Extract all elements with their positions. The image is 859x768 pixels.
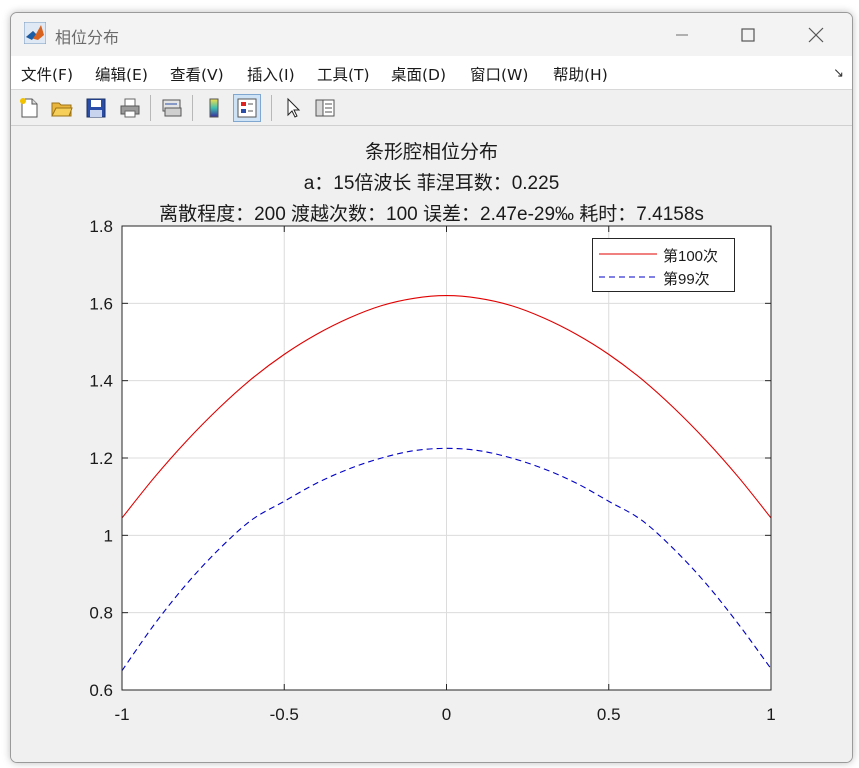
x-tick-label: 1 — [766, 705, 775, 724]
property-inspector-icon — [315, 99, 335, 117]
y-tick-label: 0.6 — [89, 681, 113, 700]
menu-bar: 文件(F) 编辑(E) 查看(V) 插入(I) 工具(T) 桌面(D) 窗口(W… — [11, 56, 852, 90]
legend[interactable]: 第100次 第99次 — [592, 238, 735, 292]
toolbar-separator — [192, 95, 193, 121]
figure-window: 相位分布 文件(F) 编辑(E) 查看(V) 插入(I) 工具(T) 桌面(D)… — [10, 12, 853, 763]
insert-colorbar-button[interactable] — [200, 94, 228, 122]
menu-desktop[interactable]: 桌面(D) — [391, 63, 446, 85]
menu-help[interactable]: 帮助(H) — [553, 63, 608, 85]
y-tick-label: 1.6 — [89, 294, 113, 313]
print-button[interactable] — [116, 94, 144, 122]
open-file-button[interactable] — [48, 94, 76, 122]
toolbar-separator — [150, 95, 151, 121]
x-tick-label: -1 — [114, 705, 129, 724]
save-button[interactable] — [82, 94, 110, 122]
edit-plot-button[interactable] — [279, 94, 307, 122]
print-icon — [120, 98, 140, 118]
title-bar[interactable]: 相位分布 — [11, 13, 852, 56]
insert-legend-button[interactable] — [233, 94, 261, 122]
maximize-button[interactable] — [714, 13, 782, 56]
menu-file[interactable]: 文件(F) — [21, 63, 73, 85]
plot-axes[interactable]: -1 -0.5 0 0.5 1 0.6 0.8 1 1.2 1.4 1.6 1.8 — [11, 126, 853, 763]
dock-figure-icon[interactable]: ↘ — [833, 66, 844, 81]
legend-line-dashed — [599, 276, 657, 278]
close-button[interactable] — [782, 13, 850, 56]
legend-label: 第99次 — [663, 271, 710, 288]
y-tick-label: 1.2 — [89, 449, 113, 468]
y-tick-label: 1.4 — [89, 372, 113, 391]
x-tick-label: 0 — [442, 705, 451, 724]
figure-toolbar — [11, 90, 852, 126]
menu-view[interactable]: 查看(V) — [170, 63, 224, 85]
minimize-icon — [676, 33, 688, 36]
menu-edit[interactable]: 编辑(E) — [95, 63, 148, 85]
close-icon — [808, 27, 824, 42]
new-figure-button[interactable] — [15, 94, 43, 122]
property-inspector-button[interactable] — [311, 94, 339, 122]
open-file-icon — [51, 102, 73, 117]
y-tick-label: 1 — [104, 526, 113, 545]
minimize-button[interactable] — [648, 13, 716, 56]
menu-tools[interactable]: 工具(T) — [317, 63, 370, 85]
link-plot-button[interactable] — [158, 94, 186, 122]
y-tick-label: 0.8 — [89, 604, 113, 623]
legend-label: 第100次 — [663, 248, 719, 265]
menu-window[interactable]: 窗口(W) — [470, 63, 528, 85]
x-tick-label: -0.5 — [270, 705, 299, 724]
colorbar-icon — [209, 98, 219, 118]
new-figure-icon — [20, 98, 38, 118]
legend-line-solid — [599, 253, 657, 255]
maximize-icon — [741, 27, 755, 42]
legend-icon — [237, 98, 257, 118]
menu-insert[interactable]: 插入(I) — [247, 63, 295, 85]
save-icon — [86, 98, 106, 118]
x-tick-label: 0.5 — [597, 705, 621, 724]
legend-entry: 第100次 — [593, 243, 734, 265]
link-plot-icon — [162, 99, 182, 117]
matlab-icon — [24, 22, 46, 44]
y-tick-label: 1.8 — [89, 217, 113, 236]
select-cursor-icon — [287, 97, 301, 118]
figure-canvas[interactable]: 条形腔相位分布 a：15倍波长 菲涅耳数：0.225 离散程度：200 渡越次数… — [11, 126, 853, 763]
toolbar-separator — [271, 95, 272, 121]
legend-entry: 第99次 — [593, 266, 734, 288]
window-title: 相位分布 — [55, 28, 120, 47]
